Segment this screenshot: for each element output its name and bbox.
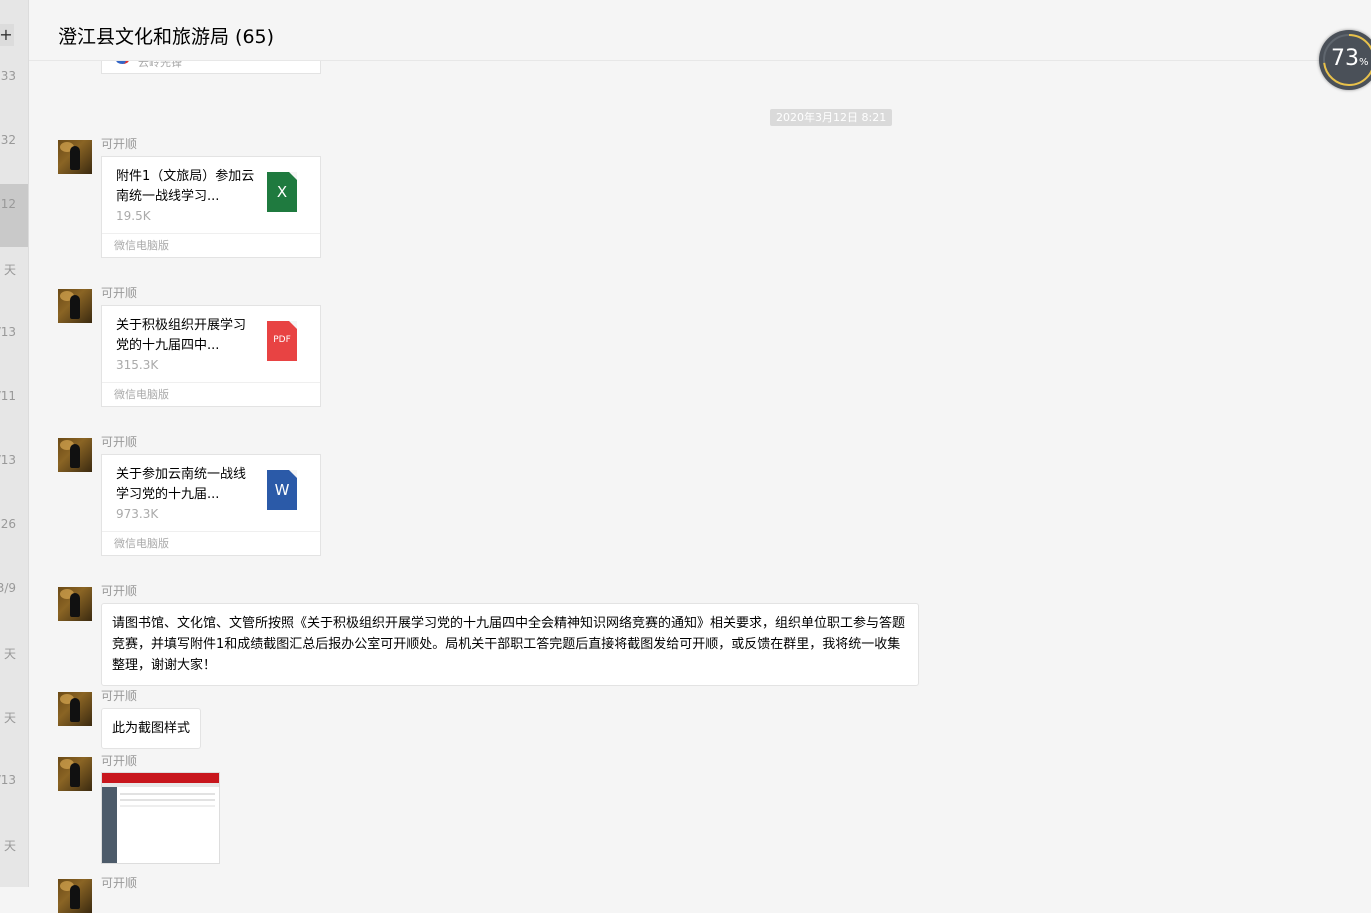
conversation-time: :33 [0, 69, 16, 83]
file-size: 315.3K [116, 358, 159, 372]
sender-name: 可开顺 [101, 435, 138, 449]
conversation-time: :26 [0, 517, 16, 531]
sender-name: 可开顺 [101, 137, 138, 151]
conversation-time: 天 [3, 263, 16, 277]
file-source: 微信电脑版 [102, 233, 320, 257]
file-size: 19.5K [116, 209, 151, 223]
conversation-time: 天 [3, 711, 16, 725]
conversation-time: :12 [0, 197, 16, 211]
file-message-card[interactable]: 附件1（文旅局）参加云南统一战线学习... 19.5K X 微信电脑版 [101, 156, 321, 258]
avatar[interactable] [58, 879, 92, 913]
avatar[interactable] [58, 587, 92, 621]
avatar[interactable] [58, 438, 92, 472]
message-timestamp: 2020年3月12日 8:21 [770, 109, 893, 126]
conversation-time: /13 [0, 325, 16, 339]
conversation-time: /11 [0, 389, 16, 403]
file-source: 微信电脑版 [102, 382, 320, 406]
avatar[interactable] [58, 757, 92, 791]
pdf-icon: PDF [267, 321, 297, 361]
avatar[interactable] [58, 289, 92, 323]
avatar[interactable] [58, 692, 92, 726]
file-size: 973.3K [116, 507, 159, 521]
conversation-time: /13 [0, 773, 16, 787]
file-name: 关于积极组织开展学习党的十九届四中... [116, 318, 247, 353]
conversation-time: 3/9 [0, 581, 16, 595]
text-message-bubble[interactable]: 此为截图样式 [101, 708, 202, 749]
usage-value: 73% [1331, 46, 1369, 71]
conversation-time: 天 [3, 839, 16, 853]
add-chat-button[interactable]: + [0, 24, 14, 46]
conversation-time: 天 [3, 647, 16, 661]
sender-name: 可开顺 [101, 876, 138, 890]
conversation-time: :32 [0, 133, 16, 147]
conversation-list-strip: + :33 :32 :12 天 /13 /11 /13 :26 3/9 天 天 … [0, 0, 29, 887]
file-message-card[interactable]: 关于积极组织开展学习党的十九届四中... 315.3K PDF 微信电脑版 [101, 305, 321, 407]
sender-name: 可开顺 [101, 584, 138, 598]
screenshot-image-message[interactable] [101, 772, 220, 864]
file-source: 微信电脑版 [102, 531, 320, 555]
file-message-card[interactable]: 关于参加云南统一战线学习党的十九届... 973.3K W 微信电脑版 [101, 454, 321, 556]
message-list[interactable]: 云岭先锋 2020年3月12日 8:21 可开顺 附件1（文旅局）参加云南统一战… [29, 0, 1371, 913]
conversation-time: /13 [0, 453, 16, 467]
chat-title[interactable]: 澄江县文化和旅游局 (65) [58, 22, 274, 49]
sender-name: 可开顺 [101, 754, 138, 768]
excel-icon: X [267, 172, 297, 212]
sender-name: 可开顺 [101, 689, 138, 703]
text-message-bubble[interactable]: 请图书馆、文化馆、文管所按照《关于积极组织开展学习党的十九届四中全会精神知识网络… [101, 603, 919, 686]
chat-header: 澄江县文化和旅游局 (65) [29, 0, 1371, 61]
avatar[interactable] [58, 140, 92, 174]
file-name: 关于参加云南统一战线学习党的十九届... [116, 467, 247, 502]
word-icon: W [267, 470, 297, 510]
file-name: 附件1（文旅局）参加云南统一战线学习... [116, 169, 255, 204]
memory-usage-badge[interactable]: 73% [1319, 30, 1371, 90]
sender-name: 可开顺 [101, 286, 138, 300]
selected-conversation[interactable] [0, 184, 28, 247]
